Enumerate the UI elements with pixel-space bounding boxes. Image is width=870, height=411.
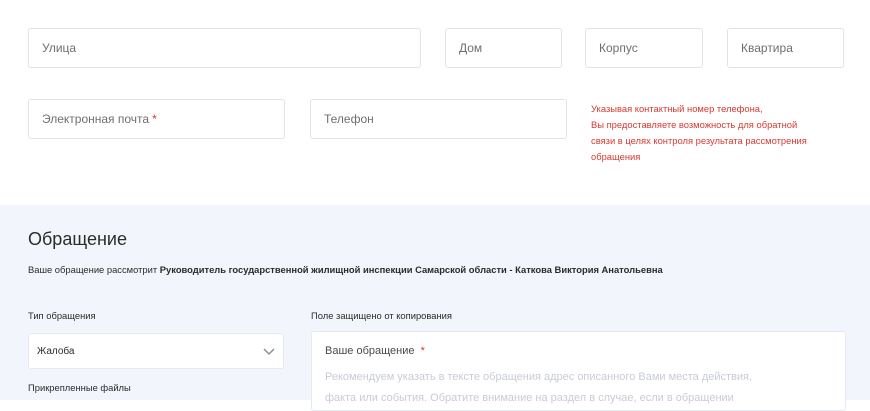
appeal-reviewer: Ваше обращение рассмотрит Руководитель г…: [28, 264, 663, 275]
phone-hint: Указывая контактный номер телефона, Вы п…: [591, 101, 841, 165]
apartment-input[interactable]: Квартира: [727, 28, 844, 68]
appeal-text-area[interactable]: Ваше обращение * Рекомендуем указать в т…: [311, 331, 846, 411]
email-required-mark: *: [152, 112, 157, 126]
building-placeholder: Корпус: [599, 41, 638, 55]
appeal-text-label-text: Ваше обращение: [325, 345, 415, 357]
street-placeholder: Улица: [42, 41, 77, 55]
reviewer-name: Руководитель государственной жилищной ин…: [159, 264, 663, 275]
appeal-title: Обращение: [28, 229, 127, 249]
phone-placeholder: Телефон: [324, 112, 374, 126]
street-input[interactable]: Улица: [28, 28, 421, 68]
appeal-type-select[interactable]: Жалоба: [28, 333, 284, 369]
appeal-text-placeholder: Рекомендуем указать в тексте обращения а…: [325, 371, 753, 383]
phone-input[interactable]: Телефон: [310, 99, 567, 139]
reviewer-prefix: Ваше обращение рассмотрит: [28, 264, 158, 275]
phone-hint-line: обращения: [591, 151, 641, 162]
apartment-placeholder: Квартира: [741, 41, 793, 55]
appeal-type-value: Жалоба: [37, 345, 75, 357]
house-placeholder: Дом: [459, 41, 483, 55]
house-input[interactable]: Дом: [445, 28, 562, 68]
appeal-text-required-mark: *: [420, 345, 425, 357]
attachments-label: Прикрепленные файлы: [28, 382, 131, 393]
building-input[interactable]: Корпус: [585, 28, 703, 68]
protected-field-label: Поле защищено от копирования: [311, 310, 452, 321]
email-placeholder: Электронная почта: [42, 112, 150, 126]
appeal-text-label: Ваше обращение *: [325, 345, 425, 357]
email-input[interactable]: Электронная почта *: [28, 99, 285, 139]
phone-hint-line: связи в целях контроля результата рассмо…: [591, 135, 807, 146]
phone-hint-line: Вы предоставляете возможность для обратн…: [591, 119, 798, 130]
appeal-text-placeholder-2: факта или события. Обратите внимание на …: [325, 392, 734, 404]
appeal-type-label: Тип обращения: [28, 310, 96, 321]
phone-hint-line: Указывая контактный номер телефона,: [591, 103, 763, 114]
chevron-down-icon: [263, 348, 275, 356]
